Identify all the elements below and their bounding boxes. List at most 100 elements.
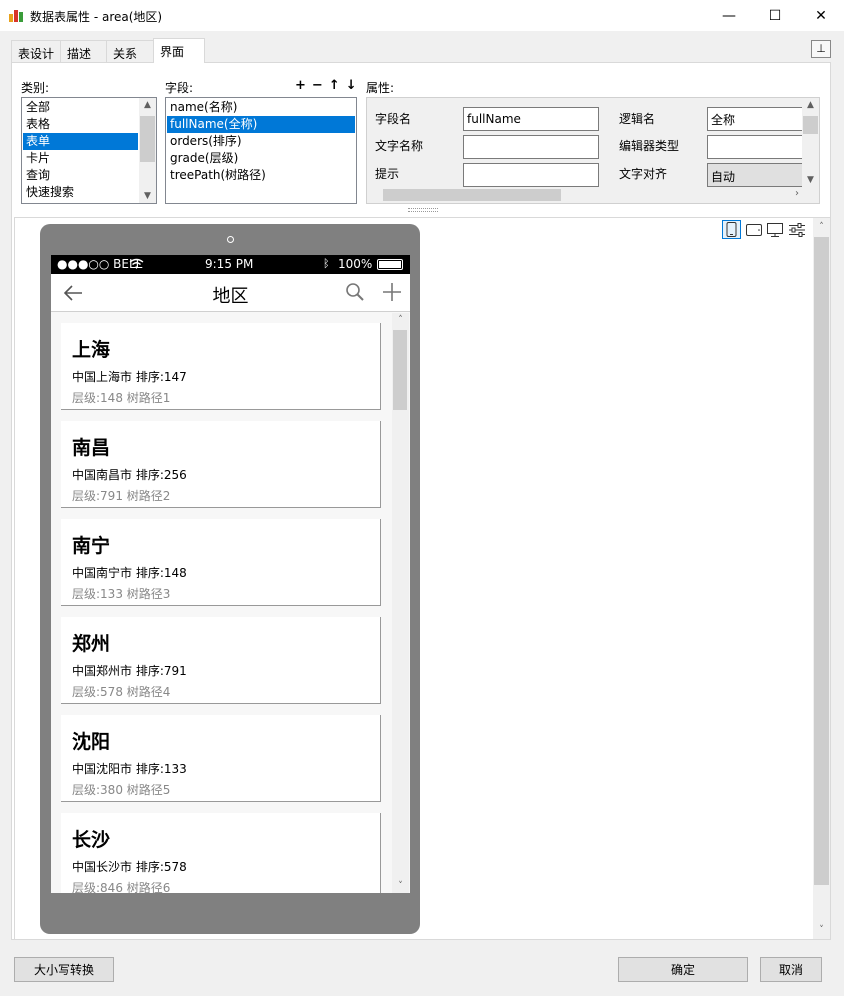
scroll-up-icon[interactable]: ˄ <box>813 222 830 232</box>
tab-relations[interactable]: 关系 <box>106 40 154 62</box>
editor-type-input[interactable] <box>707 135 807 159</box>
text-align-select[interactable]: 自动 <box>707 163 807 187</box>
scroll-down-icon[interactable]: ˅ <box>813 925 830 935</box>
desktop-icon <box>766 222 783 237</box>
search-icon[interactable] <box>345 282 365 302</box>
scroll-down-icon[interactable]: ˅ <box>392 881 409 891</box>
phone-status-bar: ●●●○○ BELL 9:15 PM ᛒ 100% <box>51 255 410 274</box>
display-name-input[interactable] <box>463 135 599 159</box>
fields-label: 字段: <box>165 81 194 95</box>
card-meta: 层级:846 树路径6 <box>72 881 171 893</box>
tab-description[interactable]: 描述 <box>60 40 107 62</box>
field-item[interactable]: treePath(树路径) <box>167 167 355 184</box>
case-convert-button[interactable]: 大小写转换 <box>14 957 114 982</box>
scroll-down-icon[interactable]: ▼ <box>139 191 156 201</box>
category-item[interactable]: 表格 <box>23 116 138 133</box>
pin-button[interactable]: ⊥ <box>811 40 831 58</box>
category-item-selected[interactable]: 表单 <box>23 133 138 150</box>
list-card[interactable]: 郑州 中国郑州市 排序:791 层级:578 树路径4 <box>61 617 381 704</box>
field-name-input[interactable] <box>463 107 599 131</box>
list-card[interactable]: 上海 中国上海市 排序:147 层级:148 树路径1 <box>61 323 381 410</box>
field-item[interactable]: name(名称) <box>167 99 355 116</box>
cancel-button[interactable]: 取消 <box>760 957 822 982</box>
hint-input[interactable] <box>463 163 599 187</box>
list-card[interactable]: 南昌 中国南昌市 排序:256 层级:791 树路径2 <box>61 421 381 508</box>
card-subtitle: 中国沈阳市 排序:133 <box>72 762 187 776</box>
prop-label: 逻辑名 <box>619 112 656 126</box>
category-scrollbar[interactable]: ▲ ▼ <box>139 98 156 203</box>
field-item[interactable]: grade(层级) <box>167 150 355 167</box>
ok-button[interactable]: 确定 <box>618 957 748 982</box>
close-button[interactable]: ✕ <box>798 0 844 31</box>
bluetooth-icon: ᛒ <box>323 257 330 270</box>
card-title: 长沙 <box>72 829 111 851</box>
category-label: 类别: <box>21 81 50 95</box>
battery-icon <box>377 259 403 270</box>
prop-label: 字段名 <box>375 112 412 126</box>
category-item[interactable]: 快速搜索 <box>23 184 138 201</box>
move-down-icon[interactable]: ↓ <box>346 78 363 93</box>
prop-label: 文字名称 <box>375 139 424 153</box>
card-title: 郑州 <box>72 633 111 655</box>
tab-table-design[interactable]: 表设计 <box>11 40 61 62</box>
list-card[interactable]: 长沙 中国长沙市 排序:578 层级:846 树路径6 <box>61 813 381 893</box>
card-subtitle: 中国上海市 排序:147 <box>72 370 187 384</box>
tablet-view-button[interactable] <box>744 220 763 239</box>
scroll-thumb[interactable] <box>393 330 407 410</box>
list-card[interactable]: 南宁 中国南宁市 排序:148 层级:133 树路径3 <box>61 519 381 606</box>
properties-hscroll[interactable]: › <box>367 187 819 203</box>
phone-view-button[interactable] <box>722 220 741 239</box>
phone-list-scrollbar[interactable]: ˄ ˅ <box>392 313 409 893</box>
scroll-down-icon[interactable]: ▼ <box>802 175 819 185</box>
remove-field-icon[interactable]: − <box>312 78 329 93</box>
camera-icon <box>227 236 234 243</box>
add-icon[interactable] <box>382 282 402 302</box>
scroll-up-icon[interactable]: ▲ <box>802 100 819 110</box>
category-item[interactable]: 查询 <box>23 167 138 184</box>
card-subtitle: 中国郑州市 排序:791 <box>72 664 187 678</box>
list-card[interactable]: 沈阳 中国沈阳市 排序:133 层级:380 树路径5 <box>61 715 381 802</box>
app-icon <box>9 8 23 22</box>
sliders-icon <box>788 222 805 237</box>
tab-interface[interactable]: 界面 <box>153 38 205 63</box>
card-meta: 层级:133 树路径3 <box>72 587 171 601</box>
maximize-button[interactable]: ☐ <box>752 0 798 31</box>
category-item[interactable]: 全部 <box>23 99 138 116</box>
field-item[interactable]: orders(排序) <box>167 133 355 150</box>
category-list[interactable]: 全部 表格 表单 卡片 查询 快速搜索 ▲ ▼ <box>21 97 157 204</box>
add-field-icon[interactable]: + <box>295 78 312 93</box>
design-scrollbar[interactable]: ˄ ˅ <box>813 218 830 939</box>
prop-label: 提示 <box>375 167 400 181</box>
card-title: 上海 <box>72 339 111 361</box>
scroll-thumb[interactable] <box>814 237 829 885</box>
move-up-icon[interactable]: ↑ <box>329 78 346 93</box>
phone-icon <box>726 222 737 237</box>
status-time: 9:15 PM <box>205 257 254 271</box>
splitter-grip[interactable] <box>408 208 438 212</box>
phone-nav-bar: 地区 <box>51 274 410 312</box>
scroll-thumb[interactable] <box>803 116 818 134</box>
scroll-right-icon[interactable]: › <box>795 188 799 199</box>
scroll-thumb[interactable] <box>140 116 155 162</box>
card-subtitle: 中国南昌市 排序:256 <box>72 468 187 482</box>
properties-vscroll[interactable]: ▲ ▼ <box>802 98 819 187</box>
desktop-view-button[interactable] <box>765 220 784 239</box>
phone-screen: ●●●○○ BELL 9:15 PM ᛒ 100% 地区 上海 中国上海市 排序… <box>51 255 410 893</box>
field-item-selected[interactable]: fullName(全称) <box>167 116 355 133</box>
card-title: 沈阳 <box>72 731 111 753</box>
fields-list[interactable]: name(名称) fullName(全称) orders(排序) grade(层… <box>165 97 357 204</box>
scroll-thumb[interactable] <box>383 189 561 201</box>
category-item[interactable]: 卡片 <box>23 150 138 167</box>
scroll-up-icon[interactable]: ▲ <box>139 100 156 110</box>
scroll-up-icon[interactable]: ˄ <box>392 315 409 325</box>
card-meta: 层级:791 树路径2 <box>72 489 171 503</box>
card-meta: 层级:380 树路径5 <box>72 783 171 797</box>
card-subtitle: 中国南宁市 排序:148 <box>72 566 187 580</box>
card-meta: 层级:148 树路径1 <box>72 391 171 405</box>
window-title: 数据表属性 - area(地区) <box>30 10 163 24</box>
logical-name-input[interactable] <box>707 107 807 131</box>
settings-view-button[interactable] <box>787 220 806 239</box>
tablet-icon <box>745 223 762 236</box>
minimize-button[interactable]: — <box>706 0 752 31</box>
wifi-icon <box>129 258 144 269</box>
